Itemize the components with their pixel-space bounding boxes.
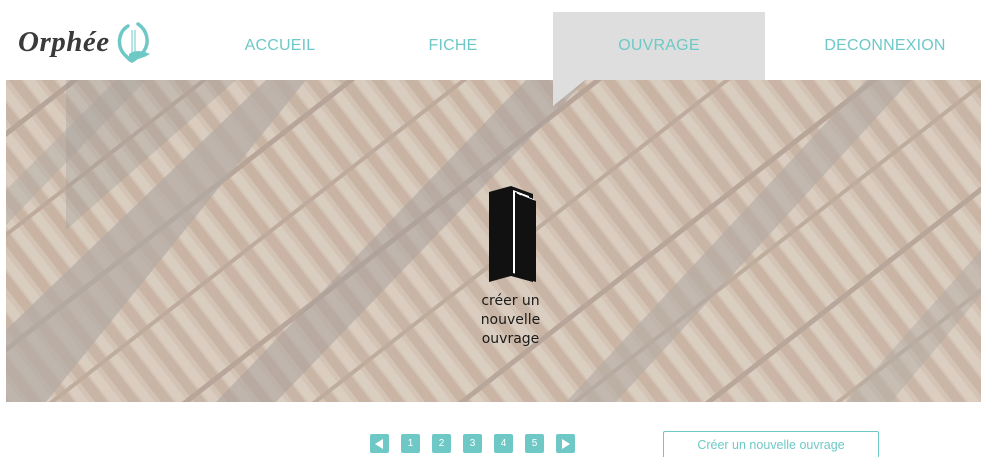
pagination: 1 2 3 4 5	[370, 434, 575, 453]
pagination-page-3[interactable]: 3	[463, 434, 482, 453]
pagination-page-4[interactable]: 4	[494, 434, 513, 453]
arrow-left-icon	[375, 438, 383, 449]
pagination-page-2[interactable]: 2	[432, 434, 451, 453]
active-tab-indicator	[553, 80, 585, 106]
logo-text: Orphée	[18, 25, 110, 58]
nav-accueil[interactable]: ACCUEIL	[205, 12, 355, 80]
create-work-tile[interactable]: créer un nouvelle ouvrage	[458, 184, 563, 374]
logo[interactable]: Orphée	[18, 18, 154, 66]
top-nav-bar: Orphée ACCUEIL FICHE OUVRAGE DECONNEXION	[0, 0, 981, 80]
pagination-next-button[interactable]	[556, 434, 575, 453]
pagination-prev-button[interactable]	[370, 434, 389, 453]
hero-banner: créer un nouvelle ouvrage	[6, 80, 981, 402]
create-label-line1: créer un	[481, 293, 540, 309]
pagination-page-5[interactable]: 5	[525, 434, 544, 453]
create-work-label: créer un nouvelle ouvrage	[456, 292, 566, 349]
nav-deconnexion[interactable]: DECONNEXION	[800, 12, 970, 80]
create-work-button[interactable]: Créer un nouvelle ouvrage	[663, 431, 879, 457]
page: Orphée ACCUEIL FICHE OUVRAGE DECONNEXION	[0, 0, 981, 457]
lyre-icon	[117, 22, 150, 63]
pagination-page-1[interactable]: 1	[401, 434, 420, 453]
create-label-line3: ouvrage	[481, 331, 540, 347]
create-label-line2: nouvelle	[480, 312, 541, 328]
book-icon	[488, 186, 536, 282]
nav-ouvrage[interactable]: OUVRAGE	[553, 12, 765, 80]
arrow-right-icon	[562, 438, 570, 449]
nav-fiche[interactable]: FICHE	[378, 12, 528, 80]
